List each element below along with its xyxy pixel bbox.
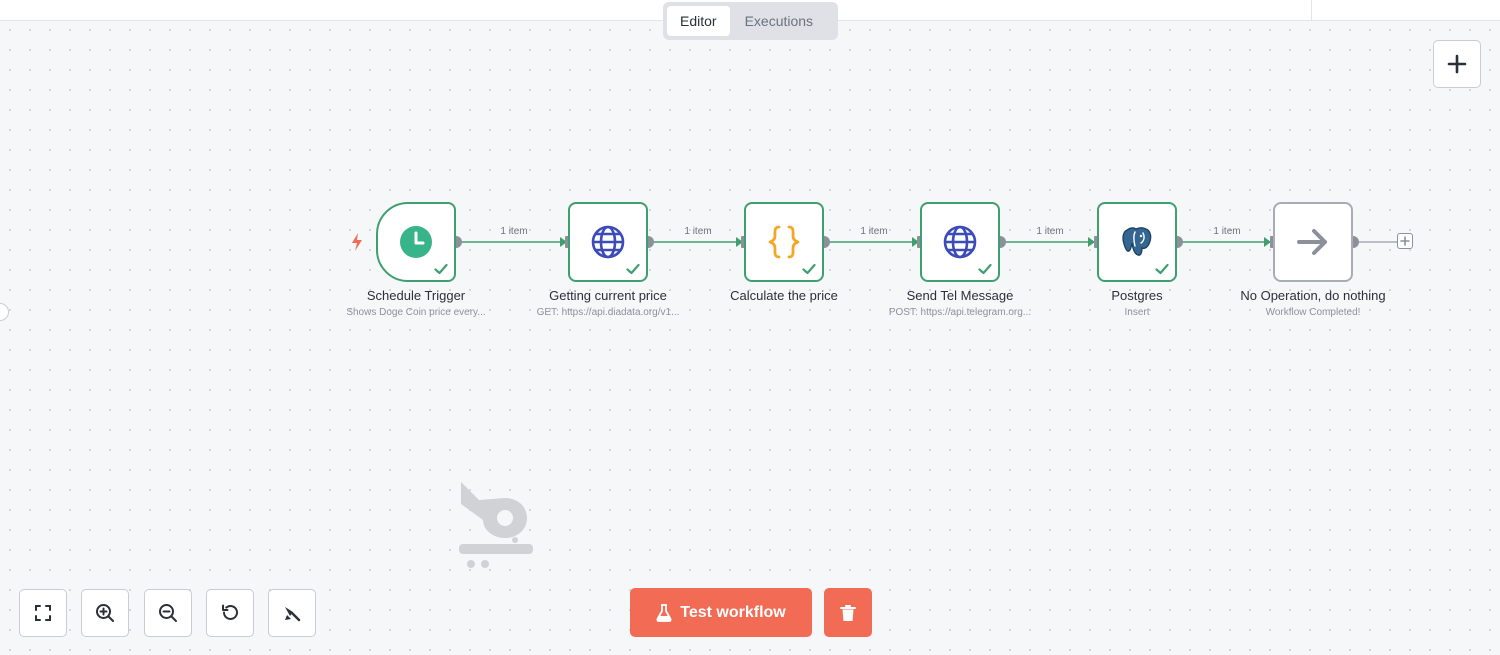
fit-view-icon <box>35 605 51 621</box>
success-check-icon <box>434 263 448 275</box>
connection-arrow <box>1264 237 1271 247</box>
node-title: No Operation, do nothing <box>1240 288 1386 303</box>
watermark-logo <box>459 482 533 568</box>
code-braces-icon <box>768 225 800 259</box>
node-subtitle: POST: https://api.telegram.org... <box>888 307 1032 318</box>
trash-icon <box>840 604 856 621</box>
node-getting-current-price[interactable] <box>568 202 648 282</box>
fit-view-button[interactable] <box>19 589 67 637</box>
zoom-in-icon <box>96 604 114 622</box>
zoom-out-button[interactable] <box>144 589 192 637</box>
globe-icon <box>943 225 977 259</box>
node-title: Calculate the price <box>730 288 838 303</box>
node-send-tel-message[interactable] <box>920 202 1000 282</box>
node-title: Schedule Trigger <box>366 288 466 303</box>
plus-icon <box>1400 236 1410 246</box>
node-subtitle: GET: https://api.diadata.org/v1... <box>536 307 680 318</box>
node-subtitle: Insert <box>1124 307 1150 318</box>
node-schedule-trigger[interactable] <box>376 202 456 282</box>
connection-arrow <box>1088 237 1095 247</box>
globe-icon <box>591 225 625 259</box>
connection-label: 1 item <box>684 226 712 237</box>
reset-zoom-button[interactable] <box>206 589 254 637</box>
connection-label: 1 item <box>860 226 888 237</box>
arrow-right-icon <box>1297 229 1327 255</box>
clock-icon <box>400 226 432 258</box>
node-title: Send Tel Message <box>906 288 1014 303</box>
postgres-elephant-icon <box>1122 227 1152 256</box>
tidy-up-icon <box>285 607 301 622</box>
tidy-up-button[interactable] <box>268 589 316 637</box>
node-postgres[interactable] <box>1097 202 1177 282</box>
reset-zoom-icon <box>222 604 238 620</box>
delete-button[interactable] <box>824 588 872 637</box>
node-title: Postgres <box>1111 288 1163 303</box>
trigger-bolt-icon <box>352 233 362 251</box>
node-subtitle: Shows Doge Coin price every... <box>346 307 486 318</box>
success-check-icon <box>626 263 640 275</box>
node-subtitle: Workflow Completed! <box>1265 307 1361 318</box>
zoom-out-icon <box>159 604 177 622</box>
success-check-icon <box>1155 263 1169 275</box>
test-workflow-label: Test workflow <box>680 603 786 621</box>
node-no-operation[interactable] <box>1273 202 1353 282</box>
connection-label: 1 item <box>1036 226 1064 237</box>
success-check-icon <box>802 263 816 275</box>
success-check-icon <box>978 263 992 275</box>
test-workflow-button[interactable]: Test workflow <box>630 588 812 637</box>
add-next-node-button[interactable] <box>1397 233 1413 249</box>
connections-layer <box>450 236 1397 248</box>
connection-label: 1 item <box>1213 226 1241 237</box>
connection-label: 1 item <box>500 226 528 237</box>
node-calculate-the-price[interactable] <box>744 202 824 282</box>
zoom-in-button[interactable] <box>81 589 129 637</box>
flask-icon <box>656 603 672 622</box>
node-title: Getting current price <box>549 288 667 303</box>
